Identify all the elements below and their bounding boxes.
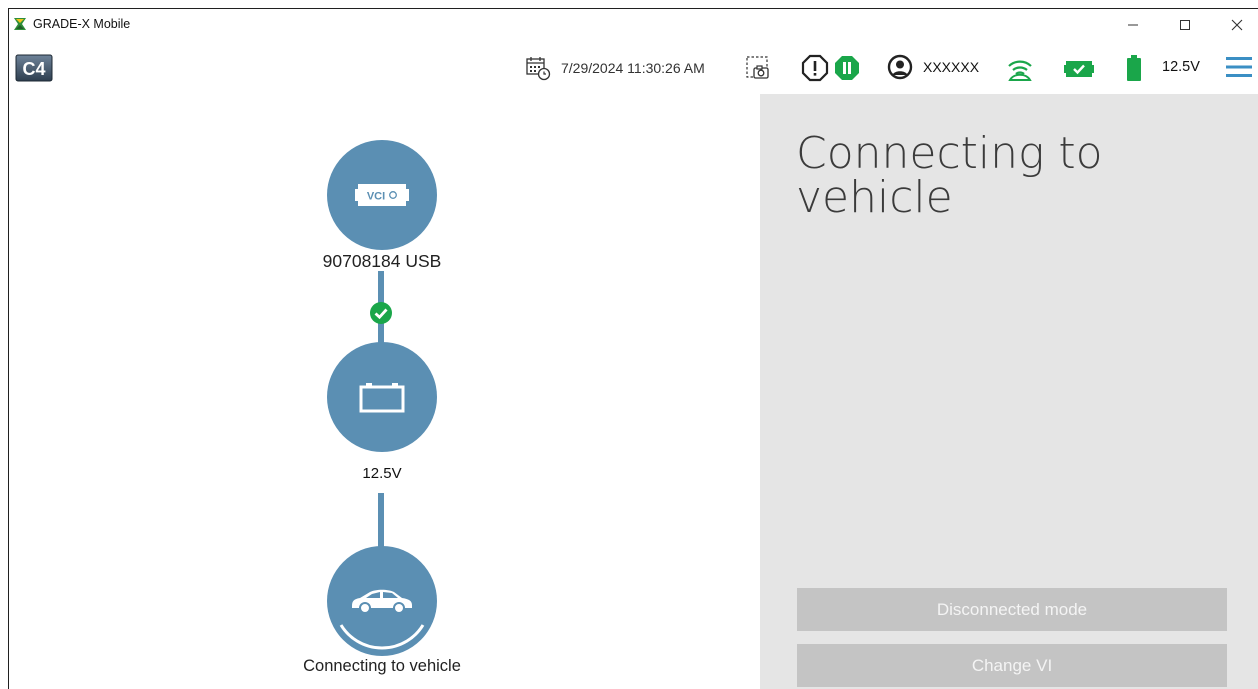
check-circle-icon	[370, 302, 392, 324]
vci-node: VCI	[327, 140, 437, 250]
c4-logo-text: C4	[22, 59, 45, 79]
battery-node	[327, 342, 437, 452]
pause-icon[interactable]	[833, 54, 861, 82]
datetime-text: 7/29/2024 11:30:26 AM	[561, 60, 705, 76]
screenshot-icon	[746, 56, 769, 79]
maximize-button[interactable]	[1167, 13, 1203, 37]
alert-icon[interactable]	[801, 54, 829, 82]
vci-badge-text: VCI	[367, 191, 385, 203]
panel-title: Connecting to vehicle	[796, 128, 1103, 223]
status-panel: Connecting to vehicle Disconnected mode …	[760, 94, 1258, 689]
main-menu-button[interactable]	[1225, 55, 1253, 79]
vci-device-label: 90708184 USB	[322, 251, 442, 271]
vci-device-icon: VCI	[355, 184, 409, 206]
minimize-button[interactable]	[1115, 13, 1151, 37]
wireless-status[interactable]	[1005, 53, 1035, 83]
c4-logo: C4	[15, 54, 53, 82]
datetime-display: 7/29/2024 11:30:26 AM	[525, 55, 705, 81]
calendar-clock-icon	[526, 57, 551, 81]
app-window: GRADE-X Mobile C4 7/29/2024 11:30:26 AM …	[8, 8, 1258, 689]
screenshot-button[interactable]	[743, 53, 773, 83]
app-logo-icon	[14, 18, 26, 30]
hamburger-menu-icon	[1226, 57, 1252, 77]
voltage-readout: 12.5V	[1162, 59, 1200, 75]
vci-status-icon	[1064, 61, 1094, 77]
user-icon	[887, 54, 913, 80]
connector-line	[378, 493, 384, 551]
vehicle-status-label: Connecting to vehicle	[303, 657, 461, 675]
battery-status[interactable]	[1125, 53, 1143, 83]
close-icon	[1231, 19, 1243, 31]
loading-spinner	[339, 624, 425, 650]
battery-icon	[1127, 55, 1141, 81]
alert-status-group	[801, 54, 861, 82]
title-bar: GRADE-X Mobile	[9, 9, 1258, 41]
wireless-signal-icon	[1008, 60, 1032, 81]
change-vi-button[interactable]: Change VI	[797, 644, 1227, 687]
maximize-icon	[1180, 20, 1190, 30]
user-profile[interactable]: XXXXXX	[887, 54, 979, 80]
username-text: XXXXXX	[923, 59, 980, 75]
vci-status[interactable]	[1063, 59, 1095, 79]
window-title: GRADE-X Mobile	[33, 17, 131, 31]
car-battery-icon	[359, 383, 405, 413]
battery-voltage-label: 12.5V	[362, 465, 402, 482]
close-button[interactable]	[1219, 13, 1255, 37]
minimize-icon	[1128, 24, 1138, 26]
disconnected-mode-button[interactable]: Disconnected mode	[797, 588, 1227, 631]
